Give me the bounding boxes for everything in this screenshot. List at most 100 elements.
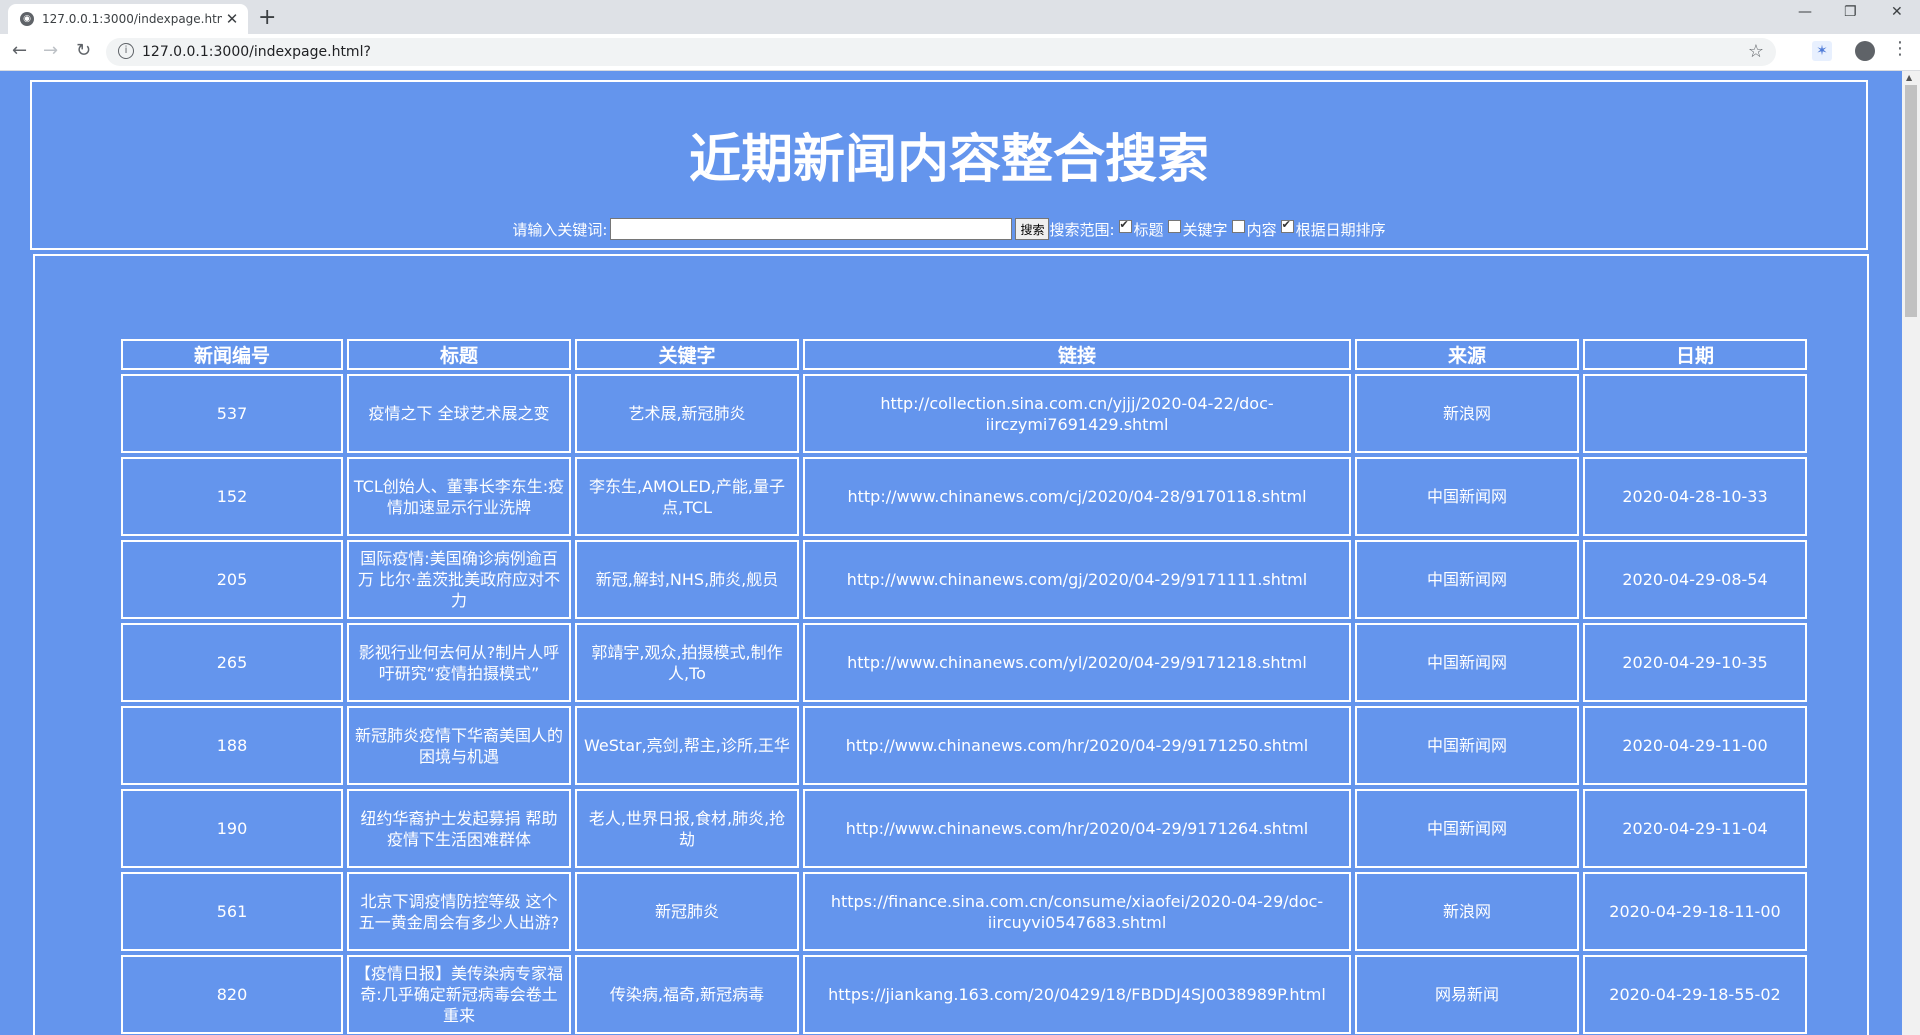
table-row: 537 疫情之下 全球艺术展之变 艺术展,新冠肺炎 http://collect… [121, 374, 1807, 453]
tab-title: 127.0.0.1:3000/indexpage.htm [42, 12, 222, 26]
cell-date: 2020-04-29-08-54 [1583, 540, 1807, 619]
extension-icon[interactable]: ✶ [1812, 41, 1832, 61]
title-option-label: 标题 [1133, 220, 1164, 239]
cell-id: 205 [121, 540, 343, 619]
header-source: 来源 [1355, 339, 1579, 370]
cell-id: 152 [121, 457, 343, 536]
cell-source: 网易新闻 [1355, 955, 1579, 1034]
cell-source: 中国新闻网 [1355, 789, 1579, 868]
table-header-row: 新闻编号 标题 关键字 链接 来源 日期 [121, 339, 1807, 370]
cell-title: TCL创始人、董事长李东生:疫情加速显示行业洗牌 [347, 457, 571, 536]
cell-link[interactable]: http://www.chinanews.com/gj/2020/04-29/9… [803, 540, 1351, 619]
cell-link[interactable]: http://collection.sina.com.cn/yjjj/2020-… [803, 374, 1351, 453]
title-checkbox[interactable] [1118, 218, 1132, 233]
minimize-icon[interactable]: — [1798, 4, 1812, 20]
cell-keywords: 郭靖宇,观众,拍摄模式,制作人,To [575, 623, 799, 702]
cell-title: 国际疫情:美国确诊病例逾百万 比尔·盖茨批美政府应对不力 [347, 540, 571, 619]
header-date: 日期 [1583, 339, 1807, 370]
cell-keywords: WeStar,亮剑,帮主,诊所,王华 [575, 706, 799, 785]
cell-source: 中国新闻网 [1355, 540, 1579, 619]
table-row: 205 国际疫情:美国确诊病例逾百万 比尔·盖茨批美政府应对不力 新冠,解封,N… [121, 540, 1807, 619]
scrollbar-thumb[interactable] [1905, 85, 1917, 317]
date-sort-checkbox[interactable] [1280, 218, 1294, 233]
cell-title: 新冠肺炎疫情下华裔美国人的困境与机遇 [347, 706, 571, 785]
cell-date: 2020-04-29-11-00 [1583, 706, 1807, 785]
table-row: 190 纽约华裔护士发起募捐 帮助疫情下生活困难群体 老人,世界日报,食材,肺炎… [121, 789, 1807, 868]
cell-date: 2020-04-29-18-55-02 [1583, 955, 1807, 1034]
keyword-checkbox[interactable] [1167, 219, 1181, 233]
keyword-option-label: 关键字 [1182, 220, 1228, 239]
new-tab-icon[interactable]: + [258, 5, 276, 30]
cell-link[interactable]: http://www.chinanews.com/hr/2020/04-29/9… [803, 789, 1351, 868]
cell-id: 188 [121, 706, 343, 785]
restore-icon[interactable]: ❐ [1844, 4, 1857, 20]
back-icon[interactable]: ← [12, 40, 27, 61]
content-option-label: 内容 [1246, 220, 1277, 239]
cell-title: 【疫情日报】美传染病专家福奇:几乎确定新冠病毒会卷土重来 [347, 955, 571, 1034]
cell-link[interactable]: https://jiankang.163.com/20/0429/18/FBDD… [803, 955, 1351, 1034]
cell-date: 2020-04-28-10-33 [1583, 457, 1807, 536]
page-title: 近期新闻内容整合搜索 [688, 130, 1209, 190]
header-keywords: 关键字 [575, 339, 799, 370]
cell-id: 820 [121, 955, 343, 1034]
header-section: 近期新闻内容整合搜索 请输入关键词: 搜索 搜索范围: 标题 关键字 内容 根据… [30, 80, 1868, 250]
cell-source: 新浪网 [1355, 872, 1579, 951]
header-id: 新闻编号 [121, 339, 343, 370]
cell-date [1583, 374, 1807, 453]
browser-tab[interactable]: ◉ 127.0.0.1:3000/indexpage.htm ✕ [8, 4, 248, 34]
search-form: 请输入关键词: 搜索 搜索范围: 标题 关键字 内容 根据日期排序 [32, 218, 1866, 240]
globe-icon: ◉ [20, 12, 34, 26]
more-menu-icon[interactable]: ⋮ [1891, 38, 1909, 59]
results-section: 新闻编号 标题 关键字 链接 来源 日期 537 疫情之下 全球艺术展之变 艺术… [33, 254, 1869, 1035]
address-url: 127.0.0.1:3000/indexpage.html? [142, 44, 371, 60]
cell-keywords: 艺术展,新冠肺炎 [575, 374, 799, 453]
cell-keywords: 老人,世界日报,食材,肺炎,抢劫 [575, 789, 799, 868]
cell-source: 中国新闻网 [1355, 706, 1579, 785]
cell-source: 中国新闻网 [1355, 457, 1579, 536]
browser-tabstrip: ◉ 127.0.0.1:3000/indexpage.htm ✕ + — ❐ ✕ [0, 0, 1920, 34]
cell-source: 中国新闻网 [1355, 623, 1579, 702]
cell-title: 疫情之下 全球艺术展之变 [347, 374, 571, 453]
cell-link[interactable]: http://www.chinanews.com/yl/2020/04-29/9… [803, 623, 1351, 702]
cell-keywords: 李东生,AMOLED,产能,量子点,TCL [575, 457, 799, 536]
news-table: 新闻编号 标题 关键字 链接 来源 日期 537 疫情之下 全球艺术展之变 艺术… [117, 335, 1811, 1035]
scroll-up-arrow-icon[interactable]: ▲ [1906, 73, 1912, 82]
cell-id: 265 [121, 623, 343, 702]
date-sort-option-label: 根据日期排序 [1295, 220, 1386, 239]
search-input[interactable] [610, 218, 1013, 240]
cell-keywords: 传染病,福奇,新冠病毒 [575, 955, 799, 1034]
cell-title: 北京下调疫情防控等级 这个五一黄金周会有多少人出游? [347, 872, 571, 951]
table-row: 820 【疫情日报】美传染病专家福奇:几乎确定新冠病毒会卷土重来 传染病,福奇,… [121, 955, 1807, 1034]
info-icon[interactable]: i [118, 43, 134, 59]
cell-id: 190 [121, 789, 343, 868]
content-checkbox[interactable] [1231, 219, 1245, 233]
search-label: 请输入关键词: [512, 220, 608, 239]
reload-icon[interactable]: ↻ [76, 40, 91, 61]
cell-link[interactable]: https://finance.sina.com.cn/consume/xiao… [803, 872, 1351, 951]
cell-id: 537 [121, 374, 343, 453]
cell-link[interactable]: http://www.chinanews.com/hr/2020/04-29/9… [803, 706, 1351, 785]
cell-id: 561 [121, 872, 343, 951]
scope-label: 搜索范围: [1049, 220, 1115, 239]
close-window-icon[interactable]: ✕ [1891, 4, 1903, 20]
cell-source: 新浪网 [1355, 374, 1579, 453]
cell-date: 2020-04-29-10-35 [1583, 623, 1807, 702]
table-row: 561 北京下调疫情防控等级 这个五一黄金周会有多少人出游? 新冠肺炎 http… [121, 872, 1807, 951]
cell-keywords: 新冠,解封,NHS,肺炎,舰员 [575, 540, 799, 619]
table-row: 188 新冠肺炎疫情下华裔美国人的困境与机遇 WeStar,亮剑,帮主,诊所,王… [121, 706, 1807, 785]
address-bar[interactable]: i 127.0.0.1:3000/indexpage.html? ☆ [106, 38, 1776, 66]
forward-icon[interactable]: → [43, 40, 58, 61]
table-row: 152 TCL创始人、董事长李东生:疫情加速显示行业洗牌 李东生,AMOLED,… [121, 457, 1807, 536]
page-viewport: 近期新闻内容整合搜索 请输入关键词: 搜索 搜索范围: 标题 关键字 内容 根据… [0, 71, 1902, 1035]
header-link: 链接 [803, 339, 1351, 370]
header-title: 标题 [347, 339, 571, 370]
profile-avatar-icon[interactable] [1855, 41, 1875, 61]
browser-toolbar: ← → ↻ i 127.0.0.1:3000/indexpage.html? ☆ [0, 34, 1920, 71]
close-tab-icon[interactable]: ✕ [222, 10, 242, 28]
cell-title: 纽约华裔护士发起募捐 帮助疫情下生活困难群体 [347, 789, 571, 868]
table-row: 265 影视行业何去何从?制片人呼吁研究“疫情拍摄模式” 郭靖宇,观众,拍摄模式… [121, 623, 1807, 702]
cell-link[interactable]: http://www.chinanews.com/cj/2020/04-28/9… [803, 457, 1351, 536]
bookmark-star-icon[interactable]: ☆ [1748, 41, 1764, 62]
cell-date: 2020-04-29-18-11-00 [1583, 872, 1807, 951]
search-button[interactable]: 搜索 [1015, 218, 1050, 240]
